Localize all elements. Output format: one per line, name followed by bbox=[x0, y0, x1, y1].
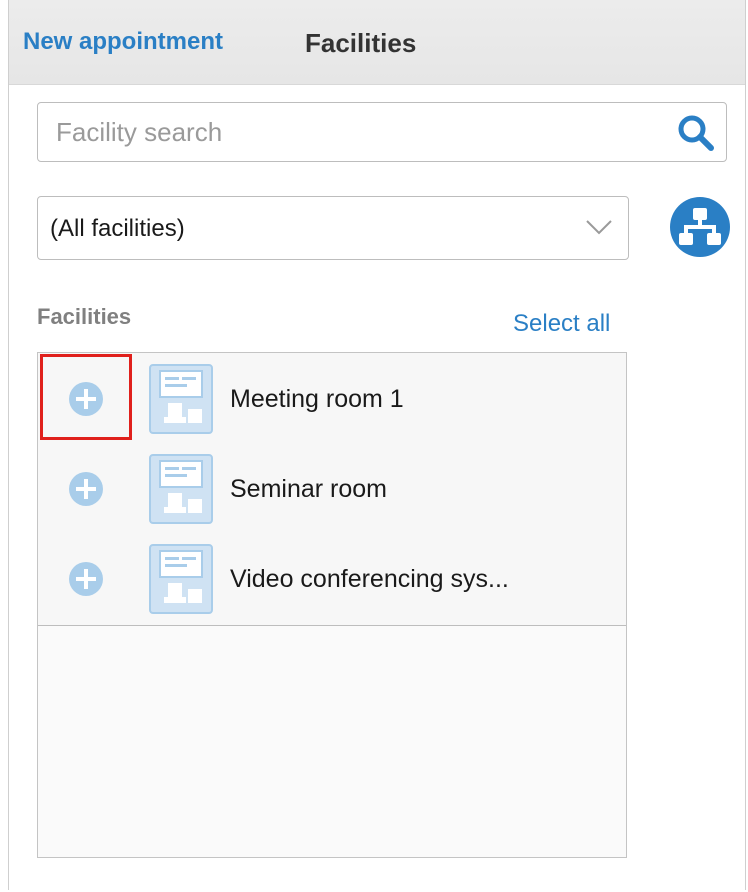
facilities-section-label: Facilities bbox=[37, 304, 132, 329]
list-item[interactable]: Seminar room bbox=[38, 447, 626, 533]
select-all-link[interactable]: Select all bbox=[513, 310, 610, 338]
chevron-down-icon bbox=[586, 220, 612, 235]
selected-facility-group: (All facilities) bbox=[50, 215, 185, 242]
header-bar: New appointment Facilities bbox=[9, 0, 745, 85]
facility-list-items: Meeting room 1 Seminar room Video confer… bbox=[38, 353, 626, 626]
add-circle-icon[interactable] bbox=[68, 471, 104, 507]
search-box bbox=[37, 102, 727, 162]
list-item[interactable]: Video conferencing sys... bbox=[38, 537, 626, 623]
facility-name: Video conferencing sys... bbox=[230, 565, 509, 593]
facility-list: Meeting room 1 Seminar room Video confer… bbox=[37, 352, 627, 858]
facility-name: Meeting room 1 bbox=[230, 385, 404, 413]
add-circle-icon[interactable] bbox=[68, 561, 104, 597]
org-tree-icon[interactable] bbox=[669, 196, 731, 258]
search-icon[interactable] bbox=[676, 113, 716, 153]
facilities-panel: New appointment Facilities (All faciliti… bbox=[8, 0, 746, 890]
add-circle-icon[interactable] bbox=[68, 381, 104, 417]
facility-group-select[interactable]: (All facilities) bbox=[37, 196, 629, 260]
facility-icon bbox=[149, 544, 213, 614]
facility-search-input[interactable] bbox=[38, 103, 638, 161]
new-appointment-link[interactable]: New appointment bbox=[23, 28, 223, 56]
facility-icon bbox=[149, 454, 213, 524]
facility-icon bbox=[149, 364, 213, 434]
facility-name: Seminar room bbox=[230, 475, 387, 503]
page-title: Facilities bbox=[305, 28, 417, 58]
list-item[interactable]: Meeting room 1 bbox=[38, 357, 626, 443]
